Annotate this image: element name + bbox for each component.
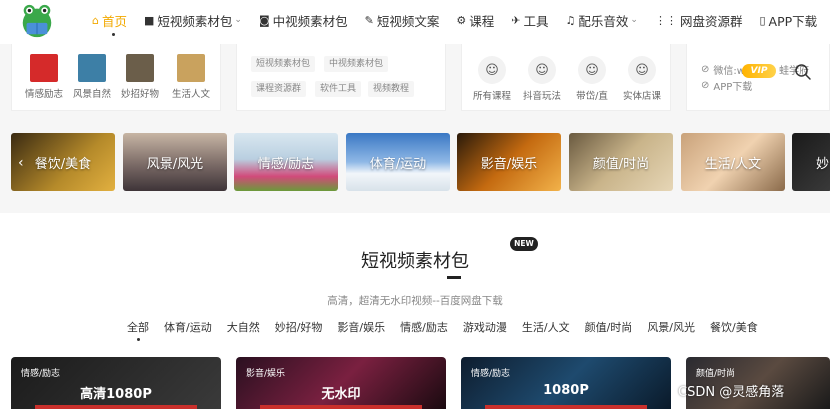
- camera-icon: ◙: [258, 13, 270, 27]
- course-item-all[interactable]: ☺ 所有课程: [468, 56, 516, 102]
- section-title: 短视频素材包: [361, 251, 469, 272]
- category-card-sports[interactable]: 体育/运动: [346, 133, 450, 191]
- resource-tags-panel: 短视频素材包 中视频素材包 课程资源群 软件工具 视频教程: [236, 44, 446, 111]
- card-category: 情感/励志: [471, 369, 511, 379]
- watermark: CSDN @灵感角落: [678, 385, 785, 400]
- course-item-live[interactable]: ☺ 带岱/直: [568, 56, 616, 102]
- nav-home[interactable]: ⌂ 首页: [92, 0, 127, 40]
- chevron-down-icon: ⌄: [234, 15, 242, 25]
- category-card-life[interactable]: 生活/人文: [681, 133, 785, 191]
- nav-short-video-copy[interactable]: ✎ 短视频文案: [365, 0, 440, 40]
- card-banner: [260, 405, 422, 409]
- category-card-emotion[interactable]: 情感/励志: [234, 133, 338, 191]
- filter-nature[interactable]: 大自然: [227, 319, 260, 335]
- section-subtitle: 高清，超清无水印视频--百度网盘下载: [327, 295, 503, 307]
- thumbnail: [126, 54, 154, 82]
- card-category: 颜值/时尚: [696, 369, 736, 379]
- chevron-left-icon[interactable]: ‹: [18, 155, 24, 171]
- filter-entertainment[interactable]: 影音/娱乐: [337, 319, 385, 335]
- filter-life[interactable]: 生活/人文: [522, 319, 570, 335]
- nav-courses[interactable]: ⚙ 课程: [456, 0, 494, 40]
- tag-course-group[interactable]: 课程资源群: [251, 81, 307, 97]
- nav-music[interactable]: ♫ 配乐音效 ⌄: [566, 0, 638, 40]
- top-header: ⌂ 首页 ■ 短视频素材包 ⌄ ◙ 中视频素材包 ✎ 短视频文案 ⚙ 课程 ✈ …: [0, 0, 830, 44]
- info-icon: ⊘: [701, 80, 710, 91]
- category-card-fashion[interactable]: 颜值/时尚: [569, 133, 673, 191]
- video-card[interactable]: 影音/娱乐 无水印: [236, 357, 446, 409]
- thumbnail: [30, 54, 58, 82]
- courses-panel: ☺ 所有课程 ☺ 抖音玩法 ☺ 带岱/直 ☺ 实体店课: [461, 44, 671, 111]
- nav-tools[interactable]: ✈ 工具: [511, 0, 548, 40]
- gear-icon: ⚙: [456, 13, 467, 27]
- card-banner: [35, 405, 197, 409]
- card-title: 无水印: [321, 387, 361, 402]
- smiley-icon: ☺: [528, 56, 556, 84]
- smiley-icon: ☺: [578, 56, 606, 84]
- course-item-store[interactable]: ☺ 实体店课: [618, 56, 666, 102]
- category-card-tips[interactable]: 妙: [792, 133, 830, 191]
- card-category: 情感/励志: [21, 369, 61, 379]
- panel-item-tips[interactable]: 妙招好物: [116, 54, 164, 100]
- category-carousel: 餐饮/美食 ‹ 风景/风光 情感/励志 体育/运动 影音/娱乐 颜值/时尚 生活…: [0, 133, 830, 191]
- video-camera-icon: ■: [144, 13, 155, 27]
- filter-tabs: 全部 体育/运动 大自然 妙招/好物 影音/娱乐 情感/励志 游戏动漫 生活/人…: [127, 319, 773, 341]
- tag-video-tutorial[interactable]: 视频教程: [368, 81, 415, 97]
- video-card[interactable]: 情感/励志 高清1080P: [11, 357, 221, 409]
- active-indicator: [112, 33, 115, 36]
- video-card[interactable]: 情感/励志 1080P: [461, 357, 671, 409]
- panel-item-emotion[interactable]: 情感励志: [20, 54, 68, 100]
- grid-icon: ⋮⋮: [654, 13, 677, 27]
- nav-mid-video-pack[interactable]: ◙ 中视频素材包: [259, 0, 348, 40]
- thumbnail: [78, 54, 106, 82]
- music-icon: ♫: [565, 13, 576, 27]
- short-video-section: 短视频素材包 NEW 高清，超清无水印视频--百度网盘下载 全部 体育/运动 大…: [0, 213, 830, 409]
- filter-scenery[interactable]: 风景/风光: [647, 319, 695, 335]
- phone-icon: ▯: [759, 13, 766, 27]
- card-title: 高清1080P: [80, 387, 152, 402]
- filter-tips[interactable]: 妙招/好物: [275, 319, 323, 335]
- filter-food[interactable]: 餐饮/美食: [710, 319, 758, 335]
- tag-software-tools[interactable]: 软件工具: [315, 81, 362, 97]
- nav-short-video-pack[interactable]: ■ 短视频素材包 ⌄: [144, 0, 242, 40]
- smiley-icon: ☺: [478, 56, 506, 84]
- pin-icon: ✈: [511, 13, 521, 27]
- frog-logo-icon[interactable]: [18, 2, 56, 40]
- card-banner: [485, 405, 647, 409]
- home-icon: ⌂: [92, 13, 99, 27]
- nav-cloud-group[interactable]: ⋮⋮ 网盘资源群: [655, 0, 743, 40]
- panel-item-scenery[interactable]: 风景自然: [68, 54, 116, 100]
- category-card-scenery[interactable]: 风景/风光: [123, 133, 227, 191]
- tag-mid-video-pack[interactable]: 中视频素材包: [324, 56, 389, 72]
- filter-emotion[interactable]: 情感/励志: [400, 319, 448, 335]
- chevron-down-icon: ⌄: [630, 15, 638, 25]
- title-underline: [447, 276, 461, 279]
- tag-short-video-pack[interactable]: 短视频素材包: [251, 56, 316, 72]
- main-nav: ⌂ 首页 ■ 短视频素材包 ⌄ ◙ 中视频素材包 ✎ 短视频文案 ⚙ 课程 ✈ …: [92, 0, 830, 40]
- smiley-icon: ☺: [628, 56, 656, 84]
- filter-sports[interactable]: 体育/运动: [164, 319, 212, 335]
- panel-item-life[interactable]: 生活人文: [167, 54, 215, 100]
- filter-games[interactable]: 游戏动漫: [463, 319, 507, 335]
- category-panel: 情感励志 风景自然 妙招好物 生活人文: [11, 44, 221, 111]
- course-item-douyin[interactable]: ☺ 抖音玩法: [518, 56, 566, 102]
- filter-fashion[interactable]: 颜值/时尚: [585, 319, 633, 335]
- new-badge: NEW: [510, 237, 538, 251]
- category-card-food[interactable]: 餐饮/美食: [11, 133, 115, 191]
- card-category: 影音/娱乐: [246, 369, 286, 379]
- app-download-line[interactable]: ⊘ APP下载: [701, 78, 752, 93]
- vip-badge[interactable]: VIP: [742, 64, 776, 78]
- info-icon: ⊘: [701, 64, 710, 75]
- filter-all[interactable]: 全部: [127, 319, 149, 341]
- pen-icon: ✎: [364, 13, 374, 27]
- active-indicator: [137, 338, 140, 341]
- nav-app-download[interactable]: ▯ APP下载: [759, 0, 817, 40]
- category-card-entertainment[interactable]: 影音/娱乐: [457, 133, 561, 191]
- card-title: 1080P: [543, 383, 589, 398]
- thumbnail: [177, 54, 205, 82]
- search-icon[interactable]: [794, 63, 812, 81]
